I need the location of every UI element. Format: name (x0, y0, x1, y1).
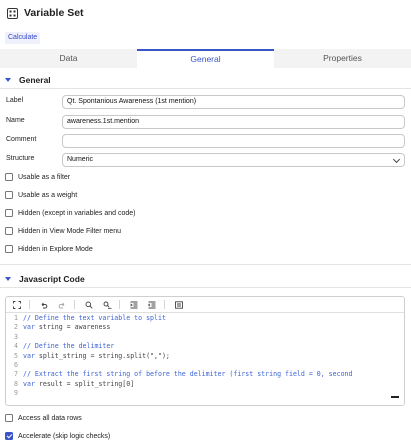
line-number: 8 (14, 379, 18, 388)
divider (0, 287, 411, 288)
name-field-label: Name (6, 117, 25, 124)
comment-icon[interactable] (173, 299, 185, 311)
checkbox-label: Hidden in Explore Mode (18, 245, 93, 253)
structure-field-label: Structure (6, 155, 35, 162)
code-comment: // Extract the first string of before th… (23, 370, 353, 379)
code-line[interactable]: 8 var result = split_string[0] (6, 380, 404, 389)
calculate-button[interactable]: Calculate (5, 32, 41, 44)
code-text: // Define the delimiter (23, 342, 114, 351)
code-comment: // Define the text variable to split (23, 314, 166, 322)
code-text: var split_string = string.split(","); (23, 352, 170, 361)
indent-icon[interactable] (128, 299, 140, 311)
name-input[interactable]: awareness.1st.mention (62, 115, 405, 129)
general-heading: General (19, 75, 51, 85)
code-token: result = split_string[0] (34, 379, 135, 388)
checkbox-label: Access all data rows (18, 414, 82, 422)
checkbox[interactable] (5, 173, 13, 181)
fullscreen-icon[interactable] (11, 299, 23, 311)
grid-icon (7, 7, 18, 19)
toolbar-separator (119, 300, 120, 309)
checkbox[interactable] (5, 414, 13, 422)
toolbar-separator (74, 300, 75, 309)
code-line[interactable]: 3 (6, 333, 404, 342)
checkbox-label: Accelerate (skip logic checks) (18, 432, 111, 440)
divider (0, 264, 411, 265)
search-icon[interactable] (83, 299, 95, 311)
label-field-label: Label (6, 97, 24, 104)
option-usable-as-filter[interactable]: Usable as a filter (5, 173, 70, 181)
caret-down-icon (5, 277, 11, 281)
code-text: // Define the text variable to split (23, 314, 166, 323)
code-keyword: var (23, 379, 35, 388)
checkbox-label: Hidden (except in variables and code) (18, 209, 136, 217)
code-line[interactable]: 7 // Extract the first string of before t… (6, 370, 404, 379)
code-editor[interactable]: 1 // Define the text variable to split 2 va… (5, 296, 405, 406)
code-text: var string = awareness (23, 323, 110, 332)
line-number: 2 (14, 323, 18, 332)
option-access-all-data-rows[interactable]: Access all data rows (5, 414, 82, 422)
caret-down-icon (5, 78, 11, 82)
checkbox-label: Usable as a filter (18, 173, 71, 181)
toolbar-separator (29, 300, 30, 309)
tab-properties[interactable]: Properties (274, 49, 411, 68)
line-number: 4 (14, 342, 18, 351)
tab-bar: Data General Properties (0, 49, 411, 68)
comment-input[interactable] (62, 134, 405, 148)
undo-icon[interactable] (38, 299, 50, 311)
code-token: split_string = string.split(","); (34, 351, 170, 360)
code-text: // Extract the first string of before th… (23, 370, 353, 379)
outdent-icon[interactable] (146, 299, 158, 311)
option-hidden-view-mode-filter[interactable]: Hidden in View Mode Filter menu (5, 227, 121, 235)
line-number: 1 (14, 314, 18, 322)
code-comment: // Define the delimiter (23, 342, 115, 351)
javascript-section-toggle[interactable]: Javascript Code (5, 274, 85, 284)
line-number: 9 (14, 389, 18, 398)
chevron-down-icon (392, 155, 401, 164)
replace-icon[interactable] (101, 299, 113, 311)
divider (0, 88, 411, 89)
line-number: 3 (14, 332, 18, 341)
tab-data[interactable]: Data (0, 49, 137, 68)
label-input[interactable]: Qt. Spontanious Awareness (1st mention) (62, 95, 405, 109)
editor-toolbar (6, 297, 404, 313)
checkbox[interactable] (5, 191, 13, 199)
line-number: 5 (14, 351, 18, 360)
panel-title: Variable Set (24, 7, 84, 19)
option-usable-as-weight[interactable]: Usable as a weight (5, 191, 77, 199)
code-line[interactable]: 6 (6, 361, 404, 370)
checkbox[interactable] (5, 227, 13, 235)
checkbox[interactable] (5, 209, 13, 217)
code-text: var result = split_string[0] (23, 380, 134, 389)
tab-general[interactable]: General (137, 49, 274, 68)
javascript-heading: Javascript Code (19, 274, 85, 284)
code-token: string = awareness (34, 323, 111, 332)
option-accelerate[interactable]: Accelerate (skip logic checks) (5, 432, 110, 440)
checkbox-checked[interactable] (5, 432, 13, 440)
line-number: 6 (14, 360, 18, 369)
code-line[interactable]: 4 // Define the delimiter (6, 342, 404, 351)
redo-icon[interactable] (56, 299, 68, 311)
cursor-mark (391, 396, 399, 398)
checkbox-label: Hidden in View Mode Filter menu (18, 227, 121, 235)
option-hidden-explore-mode[interactable]: Hidden in Explore Mode (5, 245, 93, 253)
code-line[interactable]: 5 var split_string = string.split(","); (6, 352, 404, 361)
code-keyword: var (23, 323, 35, 332)
toolbar-separator (164, 300, 165, 309)
structure-select-value: Numeric (67, 156, 94, 163)
panel-header: Variable Set (0, 0, 411, 26)
line-number: 7 (14, 370, 18, 379)
comment-field-label: Comment (6, 136, 37, 143)
option-hidden-except-variables[interactable]: Hidden (except in variables and code) (5, 209, 136, 217)
checkbox[interactable] (5, 245, 13, 253)
structure-select[interactable]: Numeric (62, 153, 405, 167)
code-lines[interactable]: 1 // Define the text variable to split 2 va… (6, 314, 404, 399)
checkbox-label: Usable as a weight (18, 191, 78, 199)
code-line[interactable]: 2 var string = awareness (6, 323, 404, 332)
general-section-toggle[interactable]: General (5, 75, 51, 85)
code-keyword: var (23, 351, 35, 360)
code-line[interactable]: 9 (6, 389, 404, 398)
code-line[interactable]: 1 // Define the text variable to split (6, 314, 404, 323)
